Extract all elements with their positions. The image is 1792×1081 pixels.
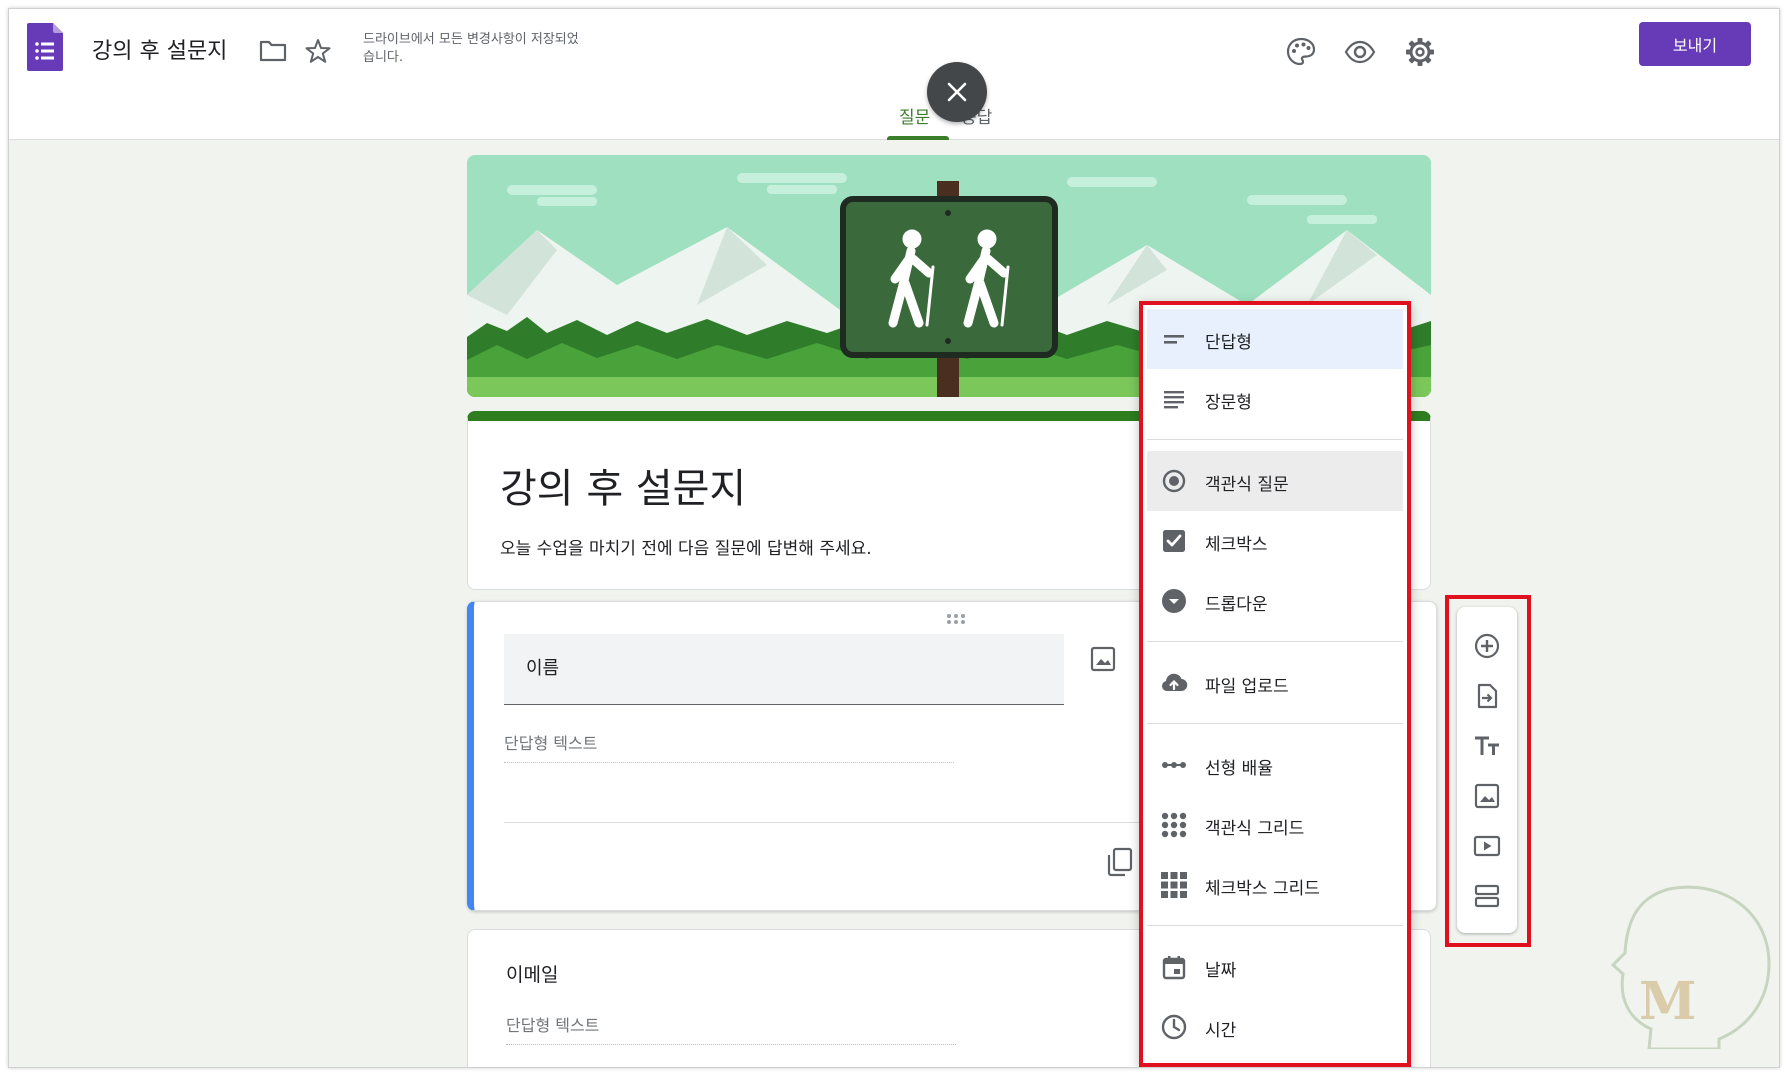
multiple-choice-grid-icon: [1161, 812, 1187, 838]
google-forms-logo-icon[interactable]: [27, 23, 63, 71]
add-question-icon[interactable]: [1472, 631, 1502, 661]
palette-icon[interactable]: [1284, 35, 1318, 69]
question-type-menu: 단답형 장문형 객관식 질문 체크박스 드롭다운 파일 업로드 선형 배율 객관…: [1139, 301, 1411, 1067]
paragraph-icon: [1164, 391, 1184, 409]
menu-item-short-answer[interactable]: 단답형: [1147, 309, 1403, 369]
cloud-upload-icon: [1161, 673, 1188, 692]
highlight-box: [1445, 595, 1531, 947]
short-answer-placeholder: 단답형 텍스트: [506, 1012, 956, 1045]
menu-item-label: 드롭다운: [1205, 595, 1268, 615]
menu-item-linear-scale[interactable]: 선형 배율: [1147, 735, 1403, 795]
dropdown-circle-icon: [1162, 589, 1186, 613]
send-button[interactable]: 보내기: [1639, 22, 1751, 66]
form-description[interactable]: 오늘 수업을 마치기 전에 다음 질문에 답변해 주세요.: [500, 534, 872, 559]
drag-handle-icon[interactable]: [944, 612, 968, 626]
settings-gear-icon[interactable]: [1403, 35, 1437, 69]
duplicate-icon[interactable]: [1104, 846, 1134, 878]
question-title-value: 이름: [526, 658, 560, 679]
menu-item-checkbox-grid[interactable]: 체크박스 그리드: [1147, 855, 1403, 915]
menu-item-dropdown[interactable]: 드롭다운: [1147, 571, 1403, 631]
menu-item-multiple-choice[interactable]: 객관식 질문: [1147, 451, 1403, 511]
menu-separator: [1147, 925, 1403, 926]
menu-separator: [1147, 723, 1403, 724]
side-toolbar: [1457, 607, 1517, 933]
close-icon: [947, 82, 967, 102]
folder-icon[interactable]: [259, 39, 287, 63]
add-title-text-icon[interactable]: [1472, 731, 1502, 761]
short-answer-icon: [1164, 335, 1184, 344]
menu-item-label: 날짜: [1205, 961, 1237, 981]
checkbox-icon: [1163, 530, 1185, 552]
save-status-text: 드라이브에서 모든 변경사항이 저장되었습니다.: [363, 32, 579, 65]
menu-item-label: 선형 배율: [1205, 759, 1273, 779]
active-tab-indicator: [887, 136, 949, 140]
short-answer-placeholder: 단답형 텍스트: [504, 730, 954, 763]
preview-eye-icon[interactable]: [1343, 35, 1377, 69]
menu-item-time[interactable]: 시간: [1147, 997, 1403, 1057]
browser-frame: 강의 후 설문지 드라이브에서 모든 변경사항이 저장되었습니다. 보내기 질문…: [8, 8, 1780, 1068]
menu-item-multiple-choice-grid[interactable]: 객관식 그리드: [1147, 795, 1403, 855]
menu-item-label: 단답형: [1205, 333, 1252, 353]
question-title[interactable]: 이메일: [506, 960, 558, 987]
menu-item-file-upload[interactable]: 파일 업로드: [1147, 653, 1403, 713]
menu-item-checkbox[interactable]: 체크박스: [1147, 511, 1403, 571]
document-title[interactable]: 강의 후 설문지: [92, 33, 227, 65]
tab-questions[interactable]: 질문: [899, 103, 930, 128]
app-header: 강의 후 설문지 드라이브에서 모든 변경사항이 저장되었습니다. 보내기 질문…: [9, 9, 1779, 140]
question-title-input[interactable]: 이름: [504, 634, 1064, 705]
checkbox-grid-icon: [1161, 872, 1187, 898]
menu-item-date[interactable]: 날짜: [1147, 937, 1403, 997]
add-image-icon[interactable]: [1472, 781, 1502, 811]
menu-separator: [1147, 439, 1403, 440]
menu-separator: [1147, 641, 1403, 642]
close-button[interactable]: [927, 62, 987, 122]
add-section-icon[interactable]: [1472, 881, 1502, 911]
add-image-icon[interactable]: [1088, 644, 1118, 674]
star-icon[interactable]: [304, 37, 332, 65]
menu-item-label: 객관식 그리드: [1205, 819, 1305, 839]
menu-item-label: 시간: [1205, 1021, 1237, 1041]
linear-scale-icon: [1162, 762, 1186, 768]
radio-button-icon: [1162, 469, 1186, 493]
menu-item-paragraph[interactable]: 장문형: [1147, 369, 1403, 429]
import-questions-icon[interactable]: [1472, 681, 1502, 711]
divider: [504, 822, 1144, 823]
menu-item-label: 장문형: [1205, 393, 1252, 413]
calendar-icon: [1162, 956, 1186, 980]
add-video-icon[interactable]: [1472, 831, 1502, 861]
form-title[interactable]: 강의 후 설문지: [500, 456, 746, 514]
menu-item-label: 체크박스 그리드: [1205, 879, 1320, 899]
menu-item-label: 체크박스: [1205, 535, 1268, 555]
svg-text:M: M: [1639, 971, 1697, 1032]
clock-icon: [1161, 1014, 1187, 1040]
watermark-logo: M: [1610, 885, 1771, 1049]
menu-item-label: 파일 업로드: [1205, 677, 1289, 697]
menu-item-label: 객관식 질문: [1205, 475, 1289, 495]
